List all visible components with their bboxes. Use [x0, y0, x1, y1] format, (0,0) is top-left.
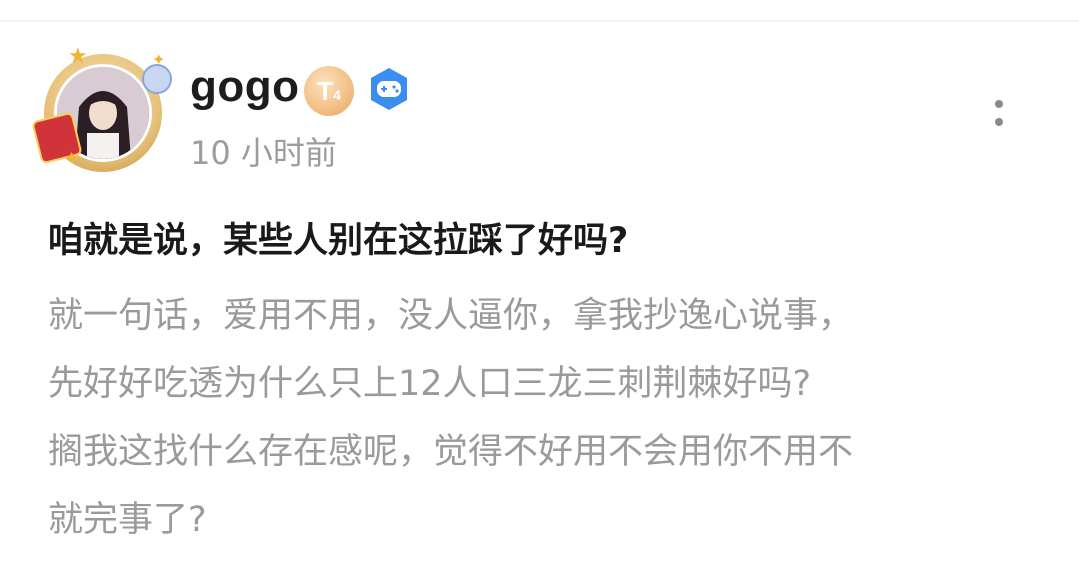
top-divider: [0, 20, 1079, 22]
post-timestamp: 10 小时前: [190, 134, 337, 172]
level-badge: T4: [304, 66, 354, 116]
post-body-line: 先好好吃透为什么只上12人口三龙三刺荆棘好吗?: [48, 364, 812, 404]
username[interactable]: gogo: [190, 62, 300, 112]
more-options-button[interactable]: [984, 92, 1014, 140]
sparkle-icon: ✦: [64, 148, 80, 169]
star-icon: ★: [68, 44, 88, 69]
level-badge-number: 4: [333, 87, 341, 103]
level-badge-letter: T: [317, 76, 334, 106]
post-body: 就一句话，爱用不用，没人逼你，拿我抄逸心说事， 先好好吃透为什么只上12人口三龙…: [48, 282, 1048, 554]
flower-icon: [142, 64, 172, 94]
post-title: 咱就是说，某些人别在这拉踩了好吗?: [48, 221, 629, 261]
avatar[interactable]: ★ ✦ ✦: [31, 44, 174, 176]
gamepad-icon: [366, 66, 412, 112]
post-body-line: 就一句话，爱用不用，没人逼你，拿我抄逸心说事，: [48, 296, 854, 336]
post-body-line: 就完事了?: [48, 500, 207, 540]
vertical-dots-icon: [995, 100, 1003, 108]
post-body-line: 搁我这找什么存在感呢，觉得不好用不会用你不用不: [48, 432, 854, 472]
vertical-dots-icon: [995, 118, 1003, 126]
